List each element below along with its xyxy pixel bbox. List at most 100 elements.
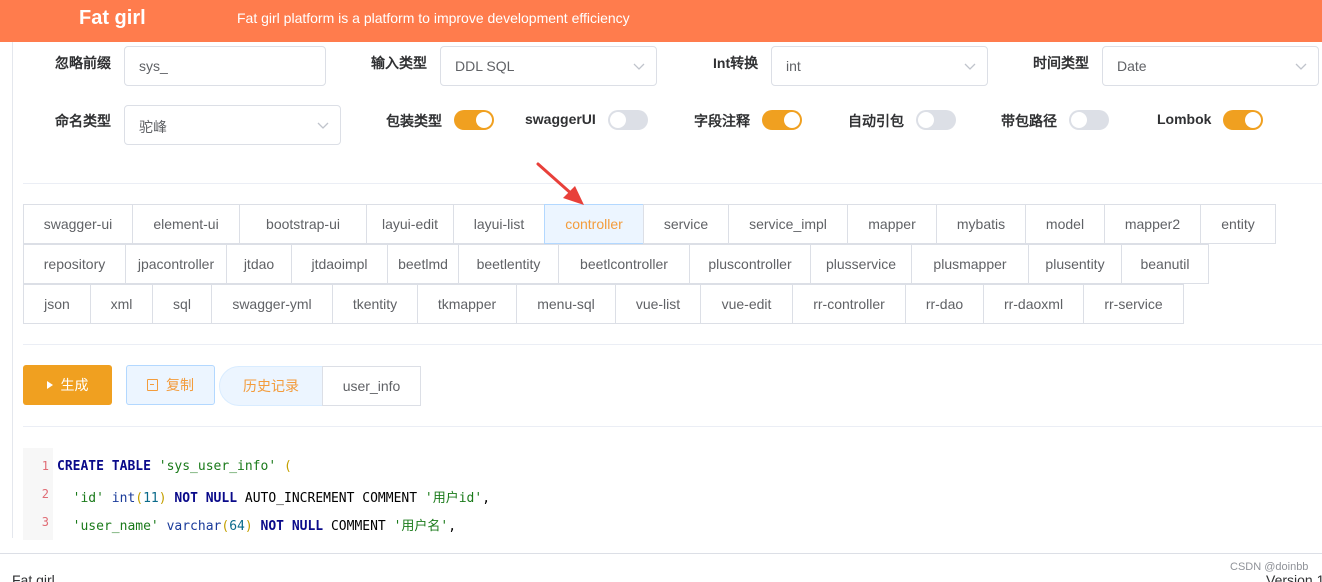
code-text: 'user_name' varchar(64) NOT NULL COMMENT… — [72, 519, 457, 534]
template-button-rr-dao[interactable]: rr-dao — [905, 284, 984, 324]
template-button-mapper2[interactable]: mapper2 — [1104, 204, 1201, 244]
template-button-bootstrap-ui[interactable]: bootstrap-ui — [239, 204, 367, 244]
template-button-vue-list[interactable]: vue-list — [615, 284, 701, 324]
int-convert-select[interactable]: int — [771, 46, 988, 86]
copy-label: 复制 — [166, 377, 194, 393]
template-button-service[interactable]: service — [643, 204, 729, 244]
template-button-plusmapper[interactable]: plusmapper — [911, 244, 1029, 284]
template-button-rr-daoxml[interactable]: rr-daoxml — [983, 284, 1084, 324]
template-button-vue-edit[interactable]: vue-edit — [700, 284, 793, 324]
header-slogan: Fat girl platform is a platform to impro… — [237, 10, 630, 26]
template-button-jpacontroller[interactable]: jpacontroller — [125, 244, 227, 284]
switch-knob — [610, 112, 626, 128]
chevron-down-icon — [317, 122, 329, 129]
template-button-pluscontroller[interactable]: pluscontroller — [689, 244, 811, 284]
document-copy-icon — [147, 379, 158, 391]
code-line: 3 'user_name' varchar(64) NOT NULL COMME… — [23, 506, 1322, 534]
naming-type-label: 命名类型 — [55, 113, 111, 129]
template-button-beetlentity[interactable]: beetlentity — [458, 244, 559, 284]
template-button-swagger-yml[interactable]: swagger-yml — [211, 284, 333, 324]
template-button-beetlcontroller[interactable]: beetlcontroller — [558, 244, 690, 284]
template-button-xml[interactable]: xml — [90, 284, 153, 324]
switch-knob — [1245, 112, 1261, 128]
template-button-jtdao[interactable]: jtdao — [226, 244, 292, 284]
divider — [23, 183, 1322, 184]
time-type-label: 时间类型 — [1033, 55, 1089, 71]
template-button-tkmapper[interactable]: tkmapper — [417, 284, 517, 324]
int-convert-label: Int转换 — [713, 55, 759, 71]
input-type-label: 输入类型 — [371, 55, 427, 71]
template-button-beanutil[interactable]: beanutil — [1121, 244, 1209, 284]
swagger-ui-switch[interactable] — [608, 110, 648, 130]
switch-label-package-path: 带包路径 — [1001, 113, 1057, 129]
red-arrow-icon — [536, 162, 584, 205]
template-button-element-ui[interactable]: element-ui — [132, 204, 240, 244]
naming-type-value: 驼峰 — [139, 119, 167, 135]
ignore-prefix-value: sys_ — [139, 58, 168, 74]
template-button-plusservice[interactable]: plusservice — [810, 244, 912, 284]
history-label: 历史记录 — [243, 378, 299, 394]
template-button-menu-sql[interactable]: menu-sql — [516, 284, 616, 324]
brand-logo-text: Fat girl — [79, 7, 146, 29]
template-button-mybatis[interactable]: mybatis — [936, 204, 1026, 244]
top-header: Fat girl Fat girl platform is a platform… — [0, 0, 1322, 42]
template-button-rr-controller[interactable]: rr-controller — [792, 284, 906, 324]
code-editor[interactable]: 1 CREATE TABLE 'sys_user_info' ( 2 'id' … — [23, 448, 1322, 540]
switch-label-swagger-ui: swaggerUI — [525, 111, 596, 127]
code-line: 1 CREATE TABLE 'sys_user_info' ( — [23, 450, 1322, 478]
code-text: 'id' int(11) NOT NULL AUTO_INCREMENT COM… — [72, 491, 491, 506]
history-item-label: user_info — [342, 378, 401, 394]
footer-version: Version 1 — [1266, 572, 1322, 582]
template-button-layui-edit[interactable]: layui-edit — [366, 204, 454, 244]
template-button-rr-service[interactable]: rr-service — [1083, 284, 1184, 324]
wrapper-type-switch[interactable] — [454, 110, 494, 130]
int-convert-value: int — [786, 58, 801, 74]
lombok-switch[interactable] — [1223, 110, 1263, 130]
switch-knob — [476, 112, 492, 128]
code-text: CREATE TABLE 'sys_user_info' ( — [57, 459, 292, 474]
switch-label-auto-import: 自动引包 — [848, 113, 904, 129]
template-button-model[interactable]: model — [1025, 204, 1105, 244]
caret-right-icon — [46, 381, 53, 389]
template-button-tkentity[interactable]: tkentity — [332, 284, 418, 324]
code-line: 2 'id' int(11) NOT NULL AUTO_INCREMENT C… — [23, 478, 1322, 506]
time-type-value: Date — [1117, 58, 1147, 74]
template-button-mapper[interactable]: mapper — [847, 204, 937, 244]
template-button-service-impl[interactable]: service_impl — [728, 204, 848, 244]
ignore-prefix-input[interactable]: sys_ — [124, 46, 326, 86]
input-type-select[interactable]: DDL SQL — [440, 46, 657, 86]
generate-label: 生成 — [60, 377, 89, 393]
history-button[interactable]: 历史记录 — [219, 366, 323, 406]
line-number: 1 — [41, 459, 49, 473]
switch-label-wrapper-type: 包装类型 — [386, 113, 442, 129]
template-button-plusentity[interactable]: plusentity — [1028, 244, 1122, 284]
package-path-switch[interactable] — [1069, 110, 1109, 130]
divider — [23, 426, 1322, 427]
ignore-prefix-label: 忽略前缀 — [55, 55, 111, 71]
template-button-repository[interactable]: repository — [23, 244, 126, 284]
switch-label-field-comment: 字段注释 — [694, 113, 750, 129]
template-button-layui-list[interactable]: layui-list — [453, 204, 545, 244]
switch-knob — [918, 112, 934, 128]
field-comment-switch[interactable] — [762, 110, 802, 130]
template-button-beetlmd[interactable]: beetlmd — [387, 244, 459, 284]
auto-import-switch[interactable] — [916, 110, 956, 130]
template-button-swagger-ui[interactable]: swagger-ui — [23, 204, 133, 244]
input-type-value: DDL SQL — [455, 58, 515, 74]
template-button-entity[interactable]: entity — [1200, 204, 1276, 244]
copy-button[interactable]: 复制 — [126, 365, 215, 405]
footer-brand: Fat girl — [12, 572, 55, 582]
generate-button[interactable]: 生成 — [23, 365, 112, 405]
template-button-controller[interactable]: controller — [544, 204, 644, 244]
line-number: 2 — [41, 487, 49, 501]
switch-knob — [1071, 112, 1087, 128]
template-button-json[interactable]: json — [23, 284, 91, 324]
template-button-jtdaoimpl[interactable]: jtdaoimpl — [291, 244, 388, 284]
naming-type-select[interactable]: 驼峰 — [124, 105, 341, 145]
template-button-sql[interactable]: sql — [152, 284, 212, 324]
chevron-down-icon — [1295, 63, 1307, 70]
time-type-select[interactable]: Date — [1102, 46, 1319, 86]
history-item-user-info[interactable]: user_info — [322, 366, 421, 406]
chevron-down-icon — [964, 63, 976, 70]
watermark: CSDN @doinbb — [1230, 561, 1309, 573]
